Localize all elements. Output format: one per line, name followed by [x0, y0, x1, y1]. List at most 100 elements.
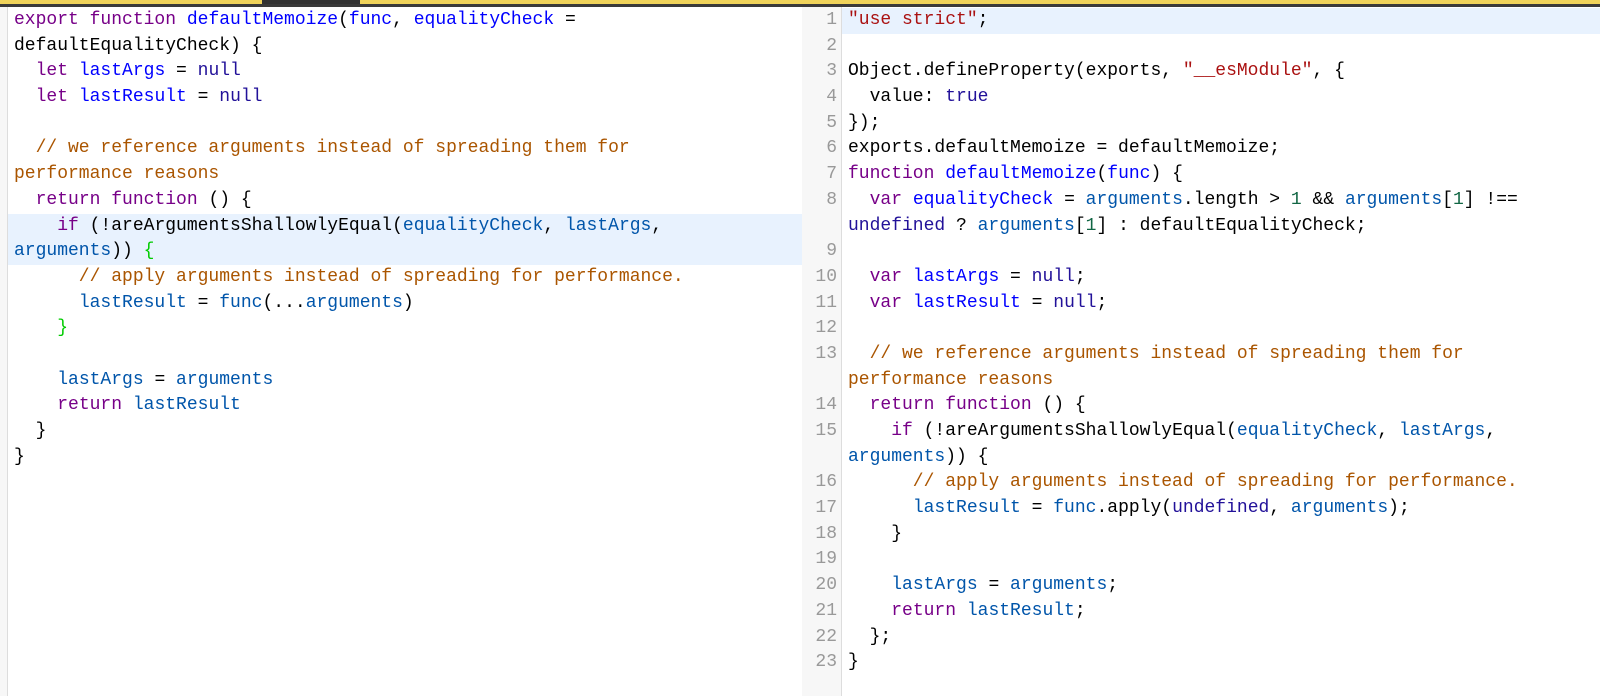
- code-line[interactable]: 21 return lastResult;: [802, 599, 1600, 625]
- code-token: func: [219, 292, 263, 313]
- code-line[interactable]: 2 let lastArgs = null: [0, 59, 802, 85]
- code-token: lastArgs: [57, 369, 144, 390]
- code-line[interactable]: 15 if (!areArgumentsShallowlyEqual(equal…: [802, 419, 1600, 445]
- code-token: =: [1020, 498, 1054, 519]
- code-token: lastResult: [78, 292, 187, 313]
- code-line[interactable]: 13 // we reference arguments instead of …: [802, 342, 1600, 368]
- code-line[interactable]: 9 lastResult = func(...arguments): [0, 291, 802, 317]
- code-line[interactable]: 8 // apply arguments instead of spreadin…: [0, 265, 802, 291]
- code-line[interactable]: undefined ? arguments[1] : defaultEquali…: [802, 214, 1600, 240]
- code-token: ] : defaultEqualityCheck;: [1096, 215, 1367, 236]
- code-line[interactable]: 5});: [802, 111, 1600, 137]
- code-line[interactable]: 2: [802, 34, 1600, 60]
- code-token: // we reference arguments instead of spr…: [14, 138, 630, 159]
- code-line[interactable]: 18 }: [802, 522, 1600, 548]
- code-text: };: [848, 625, 892, 651]
- code-line[interactable]: 5 // we reference arguments instead of s…: [0, 136, 802, 162]
- code-line[interactable]: 23}: [802, 650, 1600, 676]
- code-token: =: [186, 87, 220, 108]
- code-line[interactable]: 19: [802, 547, 1600, 573]
- code-token: // apply arguments instead of spreading …: [14, 266, 684, 287]
- code-line[interactable]: 6 return function () {: [0, 188, 802, 214]
- code-text: return lastResult: [14, 393, 241, 419]
- code-line[interactable]: performance reasons: [802, 368, 1600, 394]
- code-line[interactable]: 17 lastResult = func.apply(undefined, ar…: [802, 496, 1600, 522]
- code-token: function: [848, 164, 946, 185]
- code-line[interactable]: 12 lastArgs = arguments: [0, 368, 802, 394]
- code-token: null: [1031, 266, 1075, 287]
- code-line[interactable]: 14 }: [0, 419, 802, 445]
- code-line[interactable]: 4: [0, 111, 802, 137]
- code-text: lastResult = func.apply(undefined, argum…: [848, 496, 1410, 522]
- code-line-highlighted[interactable]: arguments)) {: [8, 239, 802, 265]
- code-line[interactable]: 20 lastArgs = arguments;: [802, 573, 1600, 599]
- code-line[interactable]: 11: [0, 342, 802, 368]
- code-line[interactable]: performance reasons: [0, 162, 802, 188]
- code-line[interactable]: 10 }: [0, 316, 802, 342]
- code-token: function: [945, 395, 1032, 416]
- code-line[interactable]: 14 return function () {: [802, 393, 1600, 419]
- code-text: lastArgs = arguments;: [848, 573, 1118, 599]
- code-line[interactable]: 15}: [0, 445, 802, 471]
- code-token: ?: [945, 215, 978, 236]
- code-token: lastResult: [132, 395, 241, 416]
- compiled-editor-pane[interactable]: 1 "use strict"; 2 3 Object.defineProperty(ex…: [802, 7, 1600, 696]
- code-line[interactable]: 13 return lastResult: [0, 393, 802, 419]
- code-token: lastResult: [912, 498, 1021, 519]
- code-line[interactable]: 11 var lastResult = null;: [802, 291, 1600, 317]
- code-token: }: [848, 652, 859, 673]
- code-line-highlighted[interactable]: 7 if (!areArgumentsShallowlyEqual(equali…: [8, 213, 802, 240]
- code-line[interactable]: 6 exports.defaultMemoize = defaultMemoize…: [802, 136, 1600, 162]
- code-token: lastArgs: [1398, 421, 1486, 441]
- code-text: arguments)) {: [14, 239, 154, 265]
- code-lines: 1 "use strict"; 2 3 Object.defineProperty(ex…: [802, 8, 1600, 676]
- code-line[interactable]: 3 Object.defineProperty(exports, "__esMod…: [802, 59, 1600, 85]
- code-token: true: [945, 87, 989, 108]
- code-line[interactable]: 4 value: true: [802, 85, 1600, 111]
- code-token: arguments: [1344, 189, 1443, 210]
- code-token: performance reasons: [848, 369, 1054, 390]
- line-number: 18: [815, 523, 837, 544]
- code-text: var equalityCheck = arguments.length > 1…: [848, 188, 1518, 214]
- source-editor-pane[interactable]: 1export function defaultMemoize(func, eq…: [0, 7, 802, 696]
- code-line[interactable]: 16 // apply arguments instead of spreadi…: [802, 470, 1600, 496]
- code-line[interactable]: defaultEqualityCheck) {: [0, 34, 802, 60]
- code-line[interactable]: 1export function defaultMemoize(func, eq…: [0, 8, 802, 34]
- code-token: null: [219, 87, 263, 108]
- code-token: arguments: [176, 369, 274, 390]
- code-line[interactable]: arguments)) {: [802, 445, 1600, 471]
- code-line-highlighted[interactable]: 1 "use strict";: [826, 8, 1600, 34]
- code-line[interactable]: 10 var lastArgs = null;: [802, 265, 1600, 291]
- code-token: ,: [1269, 498, 1291, 519]
- line-number: 16: [815, 472, 837, 493]
- code-token: let: [35, 87, 79, 108]
- code-token: lastArgs: [891, 575, 978, 596]
- line-number: 3: [826, 61, 837, 82]
- code-token: =: [165, 61, 198, 82]
- code-token: return: [869, 395, 946, 416]
- code-line[interactable]: 3 let lastResult = null: [0, 85, 802, 111]
- code-token: "__esModule": [1182, 61, 1313, 82]
- code-token: func: [1053, 498, 1097, 519]
- code-token: equalityCheck: [402, 215, 544, 236]
- code-line[interactable]: 12: [802, 316, 1600, 342]
- code-token: (: [1096, 164, 1108, 185]
- code-line[interactable]: 22 };: [802, 625, 1600, 651]
- code-line[interactable]: 8 var equalityCheck = arguments.length >…: [802, 188, 1600, 214]
- code-text: // apply arguments instead of spreading …: [14, 265, 684, 291]
- code-line[interactable]: 9: [802, 239, 1600, 265]
- code-line[interactable]: 7 function defaultMemoize(func) {: [802, 162, 1600, 188]
- code-token: {: [143, 241, 155, 262]
- code-token: Object.defineProperty(exports,: [848, 61, 1183, 82]
- code-token: function: [89, 10, 187, 30]
- code-text: // we reference arguments instead of spr…: [848, 342, 1464, 368]
- line-number: 1: [826, 10, 837, 30]
- code-text: var lastResult = null;: [848, 291, 1108, 317]
- code-text: // apply arguments instead of spreading …: [848, 470, 1518, 496]
